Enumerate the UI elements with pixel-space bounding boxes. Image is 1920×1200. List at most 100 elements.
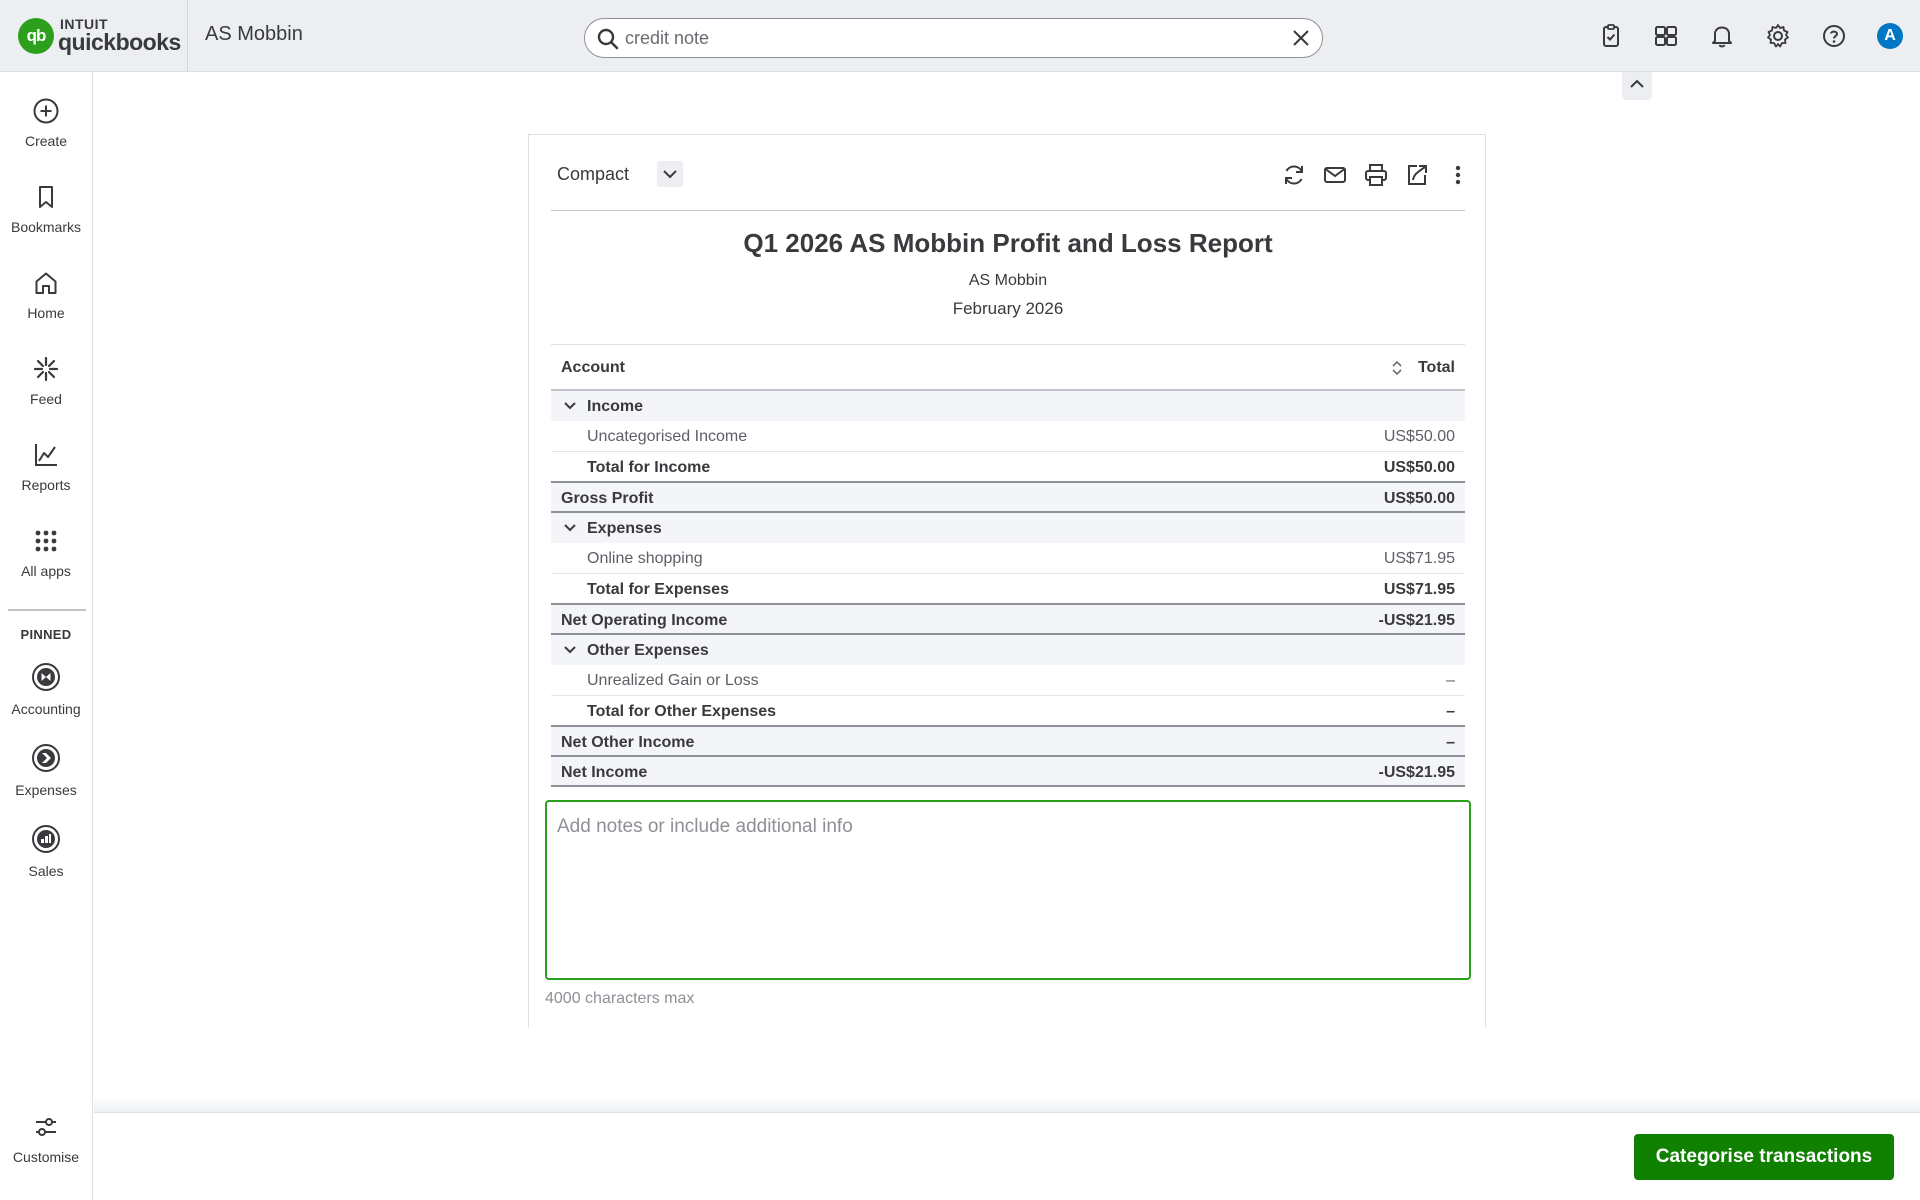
row-label: Total for Income xyxy=(587,459,711,476)
row-value: US$71.95 xyxy=(1383,581,1455,598)
row-value: -US$21.95 xyxy=(1378,764,1456,781)
chevron-down-icon xyxy=(663,170,677,179)
tasks-icon[interactable] xyxy=(1597,22,1625,50)
row-label[interactable]: Uncategorised Income xyxy=(587,428,747,446)
help-icon[interactable] xyxy=(1820,22,1848,50)
row-value: -US$21.95 xyxy=(1378,612,1456,629)
sliders-icon xyxy=(36,1118,56,1136)
row-label: Gross Profit xyxy=(561,490,654,507)
nav-customise[interactable]: Customise xyxy=(0,1113,92,1193)
row-value: – xyxy=(1446,703,1455,720)
bell-icon[interactable] xyxy=(1708,22,1736,50)
nav-reports[interactable]: Reports xyxy=(0,441,92,521)
nav-all-apps[interactable]: All apps xyxy=(0,527,92,607)
row-label: Total for Expenses xyxy=(587,581,729,598)
report-table: Account Total Income Uncategorised Income… xyxy=(551,344,1465,787)
report-row-total: Net Income -US$21.95 xyxy=(551,757,1465,787)
report-period: February 2026 xyxy=(952,299,1064,318)
sort-icon[interactable] xyxy=(1391,359,1403,377)
chevron-down-icon[interactable] xyxy=(563,643,577,657)
nav-accounting-label: Accounting xyxy=(11,701,81,717)
nav-divider xyxy=(8,609,86,611)
nav-expenses[interactable]: Expenses xyxy=(0,742,92,822)
view-mode-label[interactable]: Compact xyxy=(557,164,629,185)
topbar-divider xyxy=(187,0,188,72)
row-label[interactable]: Unrealized Gain or Loss xyxy=(587,672,759,690)
row-value: – xyxy=(1446,734,1455,751)
chevron-down-icon[interactable] xyxy=(563,399,577,413)
nav-customise-label: Customise xyxy=(12,1149,80,1165)
row-label: Net Other Income xyxy=(561,734,695,751)
home-icon xyxy=(35,272,57,294)
nav-home-label: Home xyxy=(27,305,65,321)
nav-feed[interactable]: Feed xyxy=(0,355,92,435)
nav-accounting[interactable]: Accounting xyxy=(0,661,92,741)
company-name: AS Mobbin xyxy=(205,23,303,45)
more-options-icon[interactable] xyxy=(1445,162,1471,188)
nav-home[interactable]: Home xyxy=(0,269,92,349)
nav-sales[interactable]: Sales xyxy=(0,823,92,903)
nav-all-apps-label: All apps xyxy=(21,563,71,579)
report-row-subtotal: Total for Other Expenses – xyxy=(551,696,1465,727)
search-icon xyxy=(597,28,619,50)
left-nav: Create Bookmarks Home Feed Reports All a… xyxy=(0,72,93,1200)
row-label: Net Operating Income xyxy=(561,612,728,629)
close-icon[interactable] xyxy=(1290,27,1312,49)
nav-bookmarks[interactable]: Bookmarks xyxy=(0,183,92,263)
notes-character-limit: 4000 characters max xyxy=(545,990,695,1007)
search-input[interactable] xyxy=(625,24,1265,52)
avatar[interactable]: A xyxy=(1877,23,1903,49)
chevron-up-icon xyxy=(1630,79,1644,88)
feed-icon xyxy=(33,356,59,382)
sales-icon xyxy=(32,825,60,853)
report-row-total: Gross Profit US$50.00 xyxy=(551,483,1465,513)
search-bar[interactable] xyxy=(584,18,1323,58)
report-row-section[interactable]: Other Expenses xyxy=(551,635,1465,665)
nav-create-label: Create xyxy=(24,133,68,149)
categorise-transactions-button[interactable]: Categorise transactions xyxy=(1634,1134,1894,1180)
report-row-total: Net Operating Income -US$21.95 xyxy=(551,605,1465,635)
report-row-total: Net Other Income – xyxy=(551,727,1465,757)
grid-icon xyxy=(35,530,57,552)
row-value: US$50.00 xyxy=(1383,459,1455,476)
nav-create[interactable]: Create xyxy=(0,97,92,177)
export-icon[interactable] xyxy=(1404,162,1430,188)
notes-textarea[interactable] xyxy=(545,800,1471,980)
report-row-section[interactable]: Income xyxy=(551,391,1465,421)
row-value[interactable]: US$71.95 xyxy=(1384,550,1455,568)
nav-sales-label: Sales xyxy=(28,863,64,879)
report-company: AS Mobbin xyxy=(968,272,1048,289)
nav-expenses-label: Expenses xyxy=(15,782,77,798)
accounting-icon xyxy=(32,663,60,691)
collapse-button[interactable] xyxy=(1622,72,1652,100)
row-label: Total for Other Expenses xyxy=(587,703,777,720)
refresh-icon[interactable] xyxy=(1281,162,1307,188)
row-label: Expenses xyxy=(587,520,662,537)
row-label[interactable]: Online shopping xyxy=(587,550,703,568)
top-bar: qb INTUIT quickbooks AS Mobbin credit no… xyxy=(0,0,1920,72)
row-value[interactable]: – xyxy=(1446,672,1455,690)
row-value[interactable]: US$50.00 xyxy=(1384,428,1455,446)
gear-icon[interactable] xyxy=(1764,22,1792,50)
email-icon[interactable] xyxy=(1322,162,1348,188)
chevron-down-icon[interactable] xyxy=(563,521,577,535)
view-mode-dropdown[interactable] xyxy=(657,161,683,187)
expenses-icon xyxy=(32,744,60,772)
reports-icon xyxy=(35,444,57,466)
report-row-item: Online shopping US$71.95 xyxy=(551,543,1465,574)
footer-shadow xyxy=(94,1097,1920,1113)
column-header-account[interactable]: Account xyxy=(561,359,625,377)
nav-feed-label: Feed xyxy=(30,391,62,407)
logo-quickbooks-text: quickbooks xyxy=(58,29,181,55)
apps-switch-icon[interactable] xyxy=(1652,22,1680,50)
quickbooks-logo-mark: qb xyxy=(18,18,54,54)
report-card: Compact Q1 2026 AS Mobbin Profit and Los… xyxy=(528,134,1486,1028)
report-row-section[interactable]: Expenses xyxy=(551,513,1465,543)
quickbooks-logo[interactable]: qb INTUIT quickbooks xyxy=(18,16,188,56)
column-header-total[interactable]: Total xyxy=(1418,359,1455,377)
row-value: US$50.00 xyxy=(1383,490,1455,507)
print-icon[interactable] xyxy=(1363,162,1389,188)
report-row-item: Unrealized Gain or Loss – xyxy=(551,665,1465,696)
nav-reports-label: Reports xyxy=(21,477,71,493)
row-label: Income xyxy=(587,398,644,415)
